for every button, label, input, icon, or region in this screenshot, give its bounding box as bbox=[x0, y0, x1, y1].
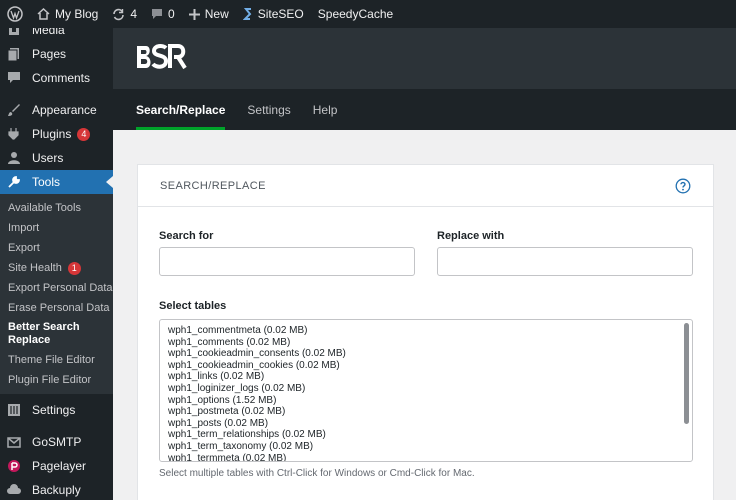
comments-count: 0 bbox=[168, 7, 175, 21]
new-content-link[interactable]: New bbox=[182, 0, 236, 28]
siteseo-label: SiteSEO bbox=[257, 7, 304, 21]
search-for-input[interactable] bbox=[159, 247, 415, 276]
submenu-site-health[interactable]: Site Health 1 bbox=[0, 258, 113, 278]
settings-icon bbox=[7, 403, 21, 417]
sidebar-item-pages[interactable]: Pages bbox=[0, 42, 113, 66]
panel-header: SEARCH/REPLACE bbox=[138, 165, 713, 207]
sidebar-item-plugins[interactable]: Plugins 4 bbox=[0, 122, 113, 146]
speedycache-link[interactable]: SpeedyCache bbox=[311, 0, 400, 28]
admin-bar: My Blog 4 0 New SiteSEO SpeedyCache bbox=[0, 0, 736, 28]
sidebar-item-label: Comments bbox=[32, 71, 91, 85]
sidebar-item-comments[interactable]: Comments bbox=[0, 66, 113, 90]
submenu-available-tools[interactable]: Available Tools bbox=[0, 198, 113, 218]
tables-select[interactable]: wph1_commentmeta (0.02 MB) wph1_comments … bbox=[159, 319, 693, 462]
home-icon bbox=[37, 8, 50, 20]
users-icon bbox=[7, 151, 21, 165]
tables-scrollbar[interactable] bbox=[684, 323, 689, 424]
appearance-icon bbox=[7, 103, 21, 117]
submenu-export[interactable]: Export bbox=[0, 238, 113, 258]
tables-hint: Select multiple tables with Ctrl-Click f… bbox=[159, 468, 475, 479]
plus-icon bbox=[188, 8, 200, 20]
sidebar-item-label: Media bbox=[32, 28, 65, 37]
comments-icon bbox=[7, 71, 21, 85]
sidebar-item-label: Settings bbox=[32, 403, 76, 417]
gosmtp-icon bbox=[7, 435, 21, 449]
table-option[interactable]: wph1_term_relationships (0.02 MB) bbox=[168, 429, 692, 441]
submenu-import[interactable]: Import bbox=[0, 218, 113, 238]
pagelayer-icon bbox=[7, 459, 21, 473]
replace-with-label: Replace with bbox=[437, 230, 505, 242]
admin-sidebar: Media Pages Comments Appearance Plugins … bbox=[0, 28, 113, 500]
bsr-logo bbox=[135, 44, 187, 73]
plugins-update-badge: 4 bbox=[77, 127, 91, 141]
replace-with-input[interactable] bbox=[437, 247, 693, 276]
sidebar-item-label: Tools bbox=[32, 175, 61, 189]
sidebar-item-label: Pagelayer bbox=[32, 459, 87, 473]
sidebar-item-label: GoSMTP bbox=[32, 435, 82, 449]
sidebar-item-backuply[interactable]: Backuply bbox=[0, 478, 113, 500]
table-option[interactable]: wph1_cookieadmin_cookies (0.02 MB) bbox=[168, 360, 692, 372]
updates-count: 4 bbox=[130, 7, 138, 21]
table-option[interactable]: wph1_term_taxonomy (0.02 MB) bbox=[168, 441, 692, 453]
sidebar-item-label: Backuply bbox=[32, 483, 81, 497]
submenu-label: Site Health bbox=[8, 262, 62, 274]
bsr-tabs: Search/Replace Settings Help bbox=[113, 89, 736, 130]
table-option[interactable]: wph1_postmeta (0.02 MB) bbox=[168, 406, 692, 418]
sidebar-item-label: Pages bbox=[32, 47, 67, 61]
sidebar-item-tools[interactable]: Tools bbox=[0, 170, 113, 194]
sidebar-item-appearance[interactable]: Appearance bbox=[0, 98, 113, 122]
search-replace-panel: SEARCH/REPLACE Search for Replace with S… bbox=[137, 164, 714, 500]
new-label: New bbox=[204, 7, 229, 21]
site-health-badge: 1 bbox=[67, 261, 81, 275]
table-option[interactable]: wph1_posts (0.02 MB) bbox=[168, 418, 692, 430]
siteseo-link[interactable]: SiteSEO bbox=[236, 0, 311, 28]
table-option[interactable]: wph1_links (0.02 MB) bbox=[168, 371, 692, 383]
table-option[interactable]: wph1_commentmeta (0.02 MB) bbox=[168, 325, 692, 337]
tools-submenu: Available Tools Import Export Site Healt… bbox=[0, 194, 113, 394]
tables-list: wph1_commentmeta (0.02 MB) wph1_comments … bbox=[160, 320, 692, 461]
comment-bubble-icon bbox=[151, 8, 163, 20]
tab-settings[interactable]: Settings bbox=[236, 89, 301, 130]
table-option[interactable]: wph1_termmeta (0.02 MB) bbox=[168, 453, 692, 461]
updates-link[interactable]: 4 bbox=[105, 0, 144, 28]
site-name-link[interactable]: My Blog bbox=[30, 0, 105, 28]
site-name: My Blog bbox=[55, 7, 99, 21]
bsr-header: Search/Replace Settings Help bbox=[113, 28, 736, 130]
comments-link[interactable]: 0 bbox=[144, 0, 182, 28]
search-for-label: Search for bbox=[159, 230, 214, 242]
table-option[interactable]: wph1_comments (0.02 MB) bbox=[168, 337, 692, 349]
backuply-icon bbox=[7, 483, 21, 497]
table-option[interactable]: wph1_options (1.52 MB) bbox=[168, 395, 692, 407]
speedycache-label: SpeedyCache bbox=[317, 7, 394, 21]
sidebar-item-media[interactable]: Media bbox=[0, 28, 113, 42]
sidebar-item-gosmtp[interactable]: GoSMTP bbox=[0, 430, 113, 454]
siteseo-icon bbox=[242, 7, 253, 21]
table-option[interactable]: wph1_cookieadmin_consents (0.02 MB) bbox=[168, 348, 692, 360]
sidebar-item-users[interactable]: Users bbox=[0, 146, 113, 170]
media-icon bbox=[7, 28, 21, 37]
updates-icon bbox=[112, 8, 125, 21]
submenu-plugin-file-editor[interactable]: Plugin File Editor bbox=[0, 370, 113, 390]
submenu-theme-file-editor[interactable]: Theme File Editor bbox=[0, 350, 113, 370]
panel-title: SEARCH/REPLACE bbox=[160, 179, 266, 192]
wordpress-logo-icon[interactable] bbox=[0, 0, 30, 28]
submenu-better-search-replace[interactable]: Better Search Replace bbox=[0, 318, 113, 350]
tools-icon bbox=[7, 175, 21, 189]
sidebar-item-settings[interactable]: Settings bbox=[0, 398, 113, 422]
sidebar-item-label: Appearance bbox=[32, 103, 97, 117]
submenu-erase-personal-data[interactable]: Erase Personal Data bbox=[0, 298, 113, 318]
tab-help[interactable]: Help bbox=[302, 89, 349, 130]
sidebar-item-label: Plugins bbox=[32, 127, 72, 141]
table-option[interactable]: wph1_loginizer_logs (0.02 MB) bbox=[168, 383, 692, 395]
tab-search-replace[interactable]: Search/Replace bbox=[113, 89, 236, 130]
sidebar-item-label: Users bbox=[32, 151, 64, 165]
plugins-icon bbox=[7, 127, 21, 141]
select-tables-label: Select tables bbox=[159, 300, 227, 312]
submenu-export-personal-data[interactable]: Export Personal Data bbox=[0, 278, 113, 298]
sidebar-item-pagelayer[interactable]: Pagelayer bbox=[0, 454, 113, 478]
pages-icon bbox=[7, 47, 21, 61]
bsr-logo-graphic bbox=[137, 44, 187, 70]
help-icon[interactable] bbox=[675, 178, 691, 194]
